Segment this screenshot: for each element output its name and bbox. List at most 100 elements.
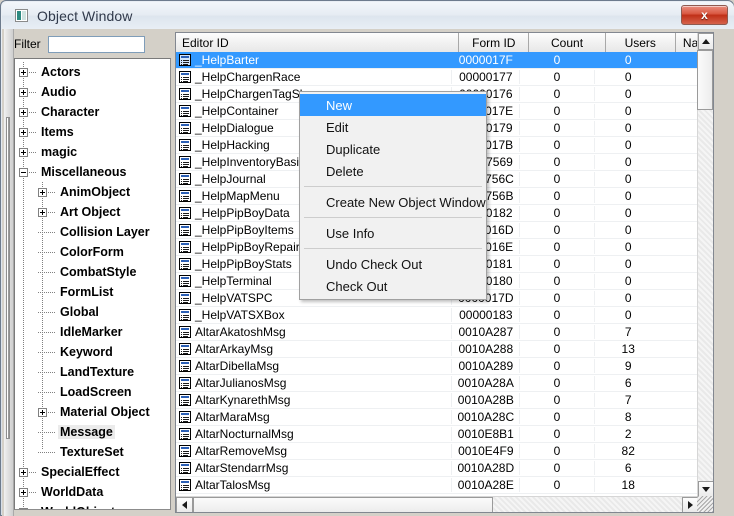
table-row[interactable]: AltarAkatoshMsg 0010A287 0 7: [176, 324, 698, 341]
column-header-form-id[interactable]: Form ID: [459, 33, 530, 52]
client-area: Filter Actors Audio Character Items magic Mis…: [2, 29, 734, 516]
tree-item-label: Character: [41, 105, 100, 119]
tree-item-art-object[interactable]: Art Object: [15, 202, 170, 222]
column-header-count[interactable]: Count: [529, 33, 606, 52]
resize-grip[interactable]: [697, 496, 713, 512]
table-row[interactable]: AltarStendarrMsg 0010A28D 0 6: [176, 460, 698, 477]
menu-item-duplicate[interactable]: Duplicate: [300, 138, 486, 160]
expand-plus-icon[interactable]: [19, 87, 28, 97]
tree-connector: [48, 251, 56, 253]
menu-item-delete[interactable]: Delete: [300, 160, 486, 182]
expand-plus-icon[interactable]: [19, 107, 28, 117]
tree-connector: [29, 111, 37, 113]
tree-item-textureset[interactable]: TextureSet: [15, 442, 170, 462]
cell-editor-id-text: _HelpHacking: [195, 138, 270, 152]
cell-editor-id-text: _HelpChargenTagSk: [195, 87, 306, 101]
cell-count: 0: [519, 461, 593, 475]
vertical-scroll-thumb[interactable]: [697, 50, 713, 110]
expand-plus-icon[interactable]: [19, 127, 28, 137]
tree-item-loadscreen[interactable]: LoadScreen: [15, 382, 170, 402]
filter-input[interactable]: [47, 35, 145, 53]
cell-editor-id: _HelpBarter: [176, 54, 451, 67]
table-row[interactable]: AltarTalosMsg 0010A28E 0 18: [176, 477, 698, 494]
tree-item-collision-layer[interactable]: Collision Layer: [15, 222, 170, 242]
list-vertical-scrollbar[interactable]: [697, 33, 713, 498]
table-row[interactable]: _HelpBarter 0000017F 0 0: [176, 52, 698, 69]
table-row[interactable]: AltarMaraMsg 0010A28C 0 8: [176, 409, 698, 426]
tree-item-magic[interactable]: magic: [15, 142, 170, 162]
tree-item-items[interactable]: Items: [15, 122, 170, 142]
cell-form-id: 0010A28D: [451, 461, 519, 475]
menu-item-undo-check-out[interactable]: Undo Check Out: [300, 253, 486, 275]
tree-item-audio[interactable]: Audio: [15, 82, 170, 102]
table-row[interactable]: AltarArkayMsg 0010A288 0 13: [176, 341, 698, 358]
menu-item-new[interactable]: New: [300, 94, 486, 116]
cell-users: 6: [593, 461, 662, 475]
column-header-users[interactable]: Users: [605, 33, 676, 52]
tree-item-miscellaneous[interactable]: Miscellaneous: [15, 162, 170, 182]
tree-item-label: Message: [58, 425, 115, 439]
menu-item-use-info[interactable]: Use Info: [300, 222, 486, 244]
cell-users: 0: [593, 189, 662, 203]
message-object-icon: [179, 326, 191, 338]
cell-count: 0: [519, 138, 593, 152]
tree-item-combatstyle[interactable]: CombatStyle: [15, 262, 170, 282]
cell-users: 0: [593, 138, 662, 152]
expand-plus-icon[interactable]: [19, 147, 28, 157]
tree-item-formlist[interactable]: FormList: [15, 282, 170, 302]
title-bar[interactable]: Object Window x: [2, 2, 734, 29]
cell-editor-id-text: _HelpVATSPC: [195, 291, 273, 305]
pane-splitter[interactable]: [4, 29, 14, 516]
tree-connector: [48, 391, 56, 393]
tree-item-character[interactable]: Character: [15, 102, 170, 122]
message-object-icon: [179, 462, 191, 474]
tree-item-colorform[interactable]: ColorForm: [15, 242, 170, 262]
expand-plus-icon[interactable]: [38, 187, 47, 197]
scroll-left-button[interactable]: [176, 497, 193, 512]
cell-form-id: 0010A28B: [451, 393, 519, 407]
splitter-grip[interactable]: [6, 117, 10, 439]
tree-item-label: AnimObject: [60, 185, 131, 199]
tree-item-keyword[interactable]: Keyword: [15, 342, 170, 362]
tree-item-animobject[interactable]: AnimObject: [15, 182, 170, 202]
tree-item-material-object[interactable]: Material Object: [15, 402, 170, 422]
menu-item-create-new-object-window[interactable]: Create New Object Window: [300, 191, 486, 213]
tree-item-worldobjects[interactable]: WorldObjects: [15, 502, 170, 509]
table-row[interactable]: AltarDibellaMsg 0010A289 0 9: [176, 358, 698, 375]
expand-plus-icon[interactable]: [19, 507, 28, 509]
tree-item-landtexture[interactable]: LandTexture: [15, 362, 170, 382]
tree-connector: [29, 171, 37, 173]
horizontal-scroll-thumb[interactable]: [193, 497, 493, 512]
tree-item-actors[interactable]: Actors: [15, 62, 170, 82]
expand-plus-icon[interactable]: [19, 467, 28, 477]
cell-users: 7: [593, 393, 662, 407]
expand-plus-icon[interactable]: [19, 67, 28, 77]
tree-item-label: LoadScreen: [60, 385, 132, 399]
menu-item-check-out[interactable]: Check Out: [300, 275, 486, 297]
tree-item-idlemarker[interactable]: IdleMarker: [15, 322, 170, 342]
message-object-icon: [179, 105, 191, 117]
tree-item-message[interactable]: Message: [15, 422, 170, 442]
table-row[interactable]: _HelpVATSXBox 00000183 0 0: [176, 307, 698, 324]
table-row[interactable]: _HelpChargenRace 00000177 0 0: [176, 69, 698, 86]
table-row[interactable]: AltarRemoveMsg 0010E4F9 0 82: [176, 443, 698, 460]
category-tree[interactable]: Actors Audio Character Items magic Miscellane…: [14, 58, 171, 510]
table-row[interactable]: AltarJulianosMsg 0010A28A 0 6: [176, 375, 698, 392]
list-horizontal-scrollbar[interactable]: [176, 496, 699, 512]
context-menu[interactable]: New Edit Duplicate Delete Create New Object …: [299, 91, 487, 300]
tree-item-specialeffect[interactable]: SpecialEffect: [15, 462, 170, 482]
collapse-minus-icon[interactable]: [19, 167, 28, 177]
cell-users: 0: [593, 121, 662, 135]
message-object-icon: [179, 241, 191, 253]
close-button[interactable]: x: [681, 5, 728, 25]
menu-item-edit[interactable]: Edit: [300, 116, 486, 138]
expand-plus-icon[interactable]: [19, 487, 28, 497]
tree-item-global[interactable]: Global: [15, 302, 170, 322]
table-row[interactable]: AltarNocturnalMsg 0010E8B1 0 2: [176, 426, 698, 443]
tree-item-worlddata[interactable]: WorldData: [15, 482, 170, 502]
expand-plus-icon[interactable]: [38, 207, 47, 217]
table-row[interactable]: AltarKynarethMsg 0010A28B 0 7: [176, 392, 698, 409]
expand-plus-icon[interactable]: [38, 407, 47, 417]
scroll-up-button[interactable]: [698, 33, 713, 50]
column-header-editor-id[interactable]: Editor ID: [176, 33, 460, 52]
